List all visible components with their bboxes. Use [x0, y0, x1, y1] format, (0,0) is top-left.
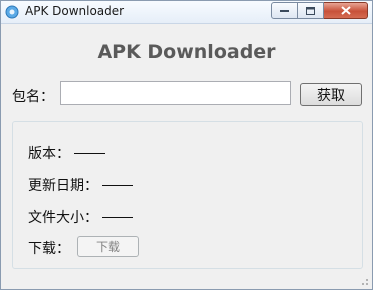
package-label: 包名： — [12, 89, 54, 105]
update-date-value-placeholder — [102, 184, 133, 186]
minimize-icon — [280, 9, 289, 12]
download-label: 下载： — [28, 241, 70, 257]
package-input[interactable] — [60, 81, 291, 105]
resize-grip-icon[interactable] — [359, 276, 369, 286]
app-window: APK Downloader APK Downloader 包名： 获取 版本：… — [0, 0, 373, 290]
window-controls — [271, 2, 368, 20]
maximize-icon — [306, 6, 315, 15]
file-size-row: 文件大小： — [28, 207, 133, 227]
maximize-button[interactable] — [298, 2, 324, 19]
version-label: 版本： — [28, 146, 70, 162]
close-icon — [340, 6, 351, 15]
minimize-button[interactable] — [271, 2, 298, 19]
close-button[interactable] — [324, 2, 368, 19]
app-icon — [5, 5, 19, 19]
download-row: 下载： — [28, 238, 70, 258]
file-size-value-placeholder — [102, 216, 133, 218]
update-date-label: 更新日期： — [28, 178, 98, 194]
title-bar: APK Downloader — [1, 1, 372, 24]
version-value-placeholder — [74, 152, 105, 154]
page-title: APK Downloader — [97, 41, 276, 63]
fetch-button[interactable]: 获取 — [300, 83, 362, 106]
update-date-row: 更新日期： — [28, 175, 133, 195]
window-title: APK Downloader — [25, 4, 125, 18]
version-row: 版本： — [28, 143, 105, 163]
file-size-label: 文件大小： — [28, 210, 98, 226]
download-button: 下载 — [77, 236, 139, 257]
